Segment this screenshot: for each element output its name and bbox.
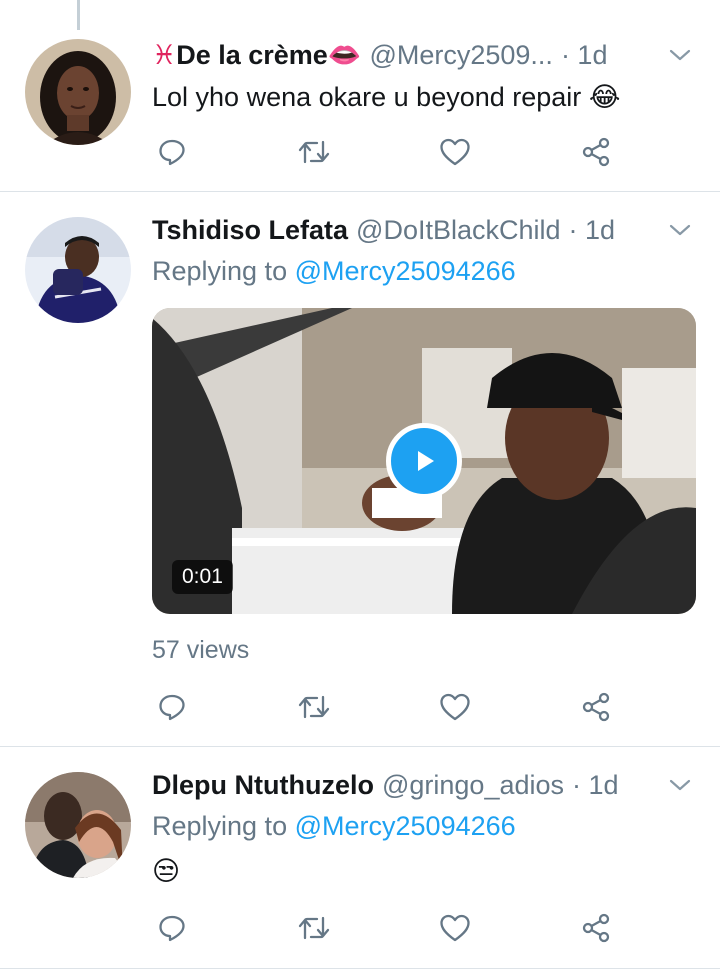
chevron-down-icon[interactable] xyxy=(658,218,692,242)
retweet-button[interactable] xyxy=(294,689,334,725)
thread-connector-line xyxy=(77,0,80,30)
share-button[interactable] xyxy=(576,134,616,170)
chevron-down-icon[interactable] xyxy=(658,773,692,797)
tweet-actions xyxy=(152,134,622,170)
timestamp[interactable]: · 1d xyxy=(572,767,619,803)
avatar[interactable] xyxy=(25,772,131,878)
heart-icon xyxy=(440,914,470,942)
tweet-text: Lol yho wena okare u beyond repair 😂 xyxy=(152,82,621,112)
laughing-emoji: 😂 xyxy=(588,82,621,112)
mention-link[interactable]: @Mercy25094266 xyxy=(295,256,516,286)
tweet-text: 😒 xyxy=(152,853,180,889)
pisces-emoji: ♓ xyxy=(152,40,177,70)
reply-button[interactable] xyxy=(152,910,192,946)
reply-button[interactable] xyxy=(152,689,192,725)
tweet-header: ♓De la crème👄 @Mercy2509... · 1d xyxy=(152,37,692,73)
user-handle[interactable]: @Mercy2509... xyxy=(369,37,552,73)
reply-icon xyxy=(159,139,185,166)
share-icon xyxy=(582,692,610,722)
tweet-divider xyxy=(0,191,720,192)
retweet-button[interactable] xyxy=(294,910,334,946)
mention-link[interactable]: @Mercy25094266 xyxy=(295,811,516,841)
like-button[interactable] xyxy=(435,134,475,170)
tweet-actions xyxy=(152,910,622,946)
tweet-divider xyxy=(0,746,720,747)
user-handle[interactable]: @gringo_adios xyxy=(382,767,564,803)
retweet-icon xyxy=(298,140,330,164)
lips-emoji: 👄 xyxy=(327,40,362,70)
retweet-button[interactable] xyxy=(294,134,334,170)
share-icon xyxy=(582,913,610,943)
tweet-actions xyxy=(152,689,622,725)
reply-icon xyxy=(159,915,185,942)
share-icon xyxy=(582,137,610,167)
timestamp[interactable]: · 1d xyxy=(569,212,616,248)
unamused-emoji: 😒 xyxy=(152,856,181,886)
share-button[interactable] xyxy=(576,689,616,725)
reply-icon xyxy=(159,694,185,721)
display-name[interactable]: ♓De la crème👄 xyxy=(152,37,361,73)
tweet-header: Tshidiso Lefata @DoItBlackChild · 1d xyxy=(152,212,692,248)
heart-icon xyxy=(440,693,470,721)
avatar[interactable] xyxy=(25,217,131,323)
avatar[interactable] xyxy=(25,39,131,145)
like-button[interactable] xyxy=(435,910,475,946)
retweet-icon xyxy=(298,916,330,940)
reply-button[interactable] xyxy=(152,134,192,170)
chevron-down-icon[interactable] xyxy=(658,43,692,67)
tweet-header: Dlepu Ntuthuzelo @gringo_adios · 1d xyxy=(152,767,692,803)
video-duration: 0:01 xyxy=(172,560,233,594)
like-button[interactable] xyxy=(435,689,475,725)
retweet-icon xyxy=(298,695,330,719)
display-name[interactable]: Dlepu Ntuthuzelo xyxy=(152,767,374,803)
heart-icon xyxy=(440,138,470,166)
view-count: 57 views xyxy=(152,636,250,664)
share-button[interactable] xyxy=(576,910,616,946)
play-button[interactable] xyxy=(386,423,462,499)
user-handle[interactable]: @DoItBlackChild xyxy=(356,212,560,248)
play-icon xyxy=(418,451,434,471)
display-name[interactable]: Tshidiso Lefata xyxy=(152,212,348,248)
timestamp[interactable]: · 1d xyxy=(561,37,608,73)
replying-to: Replying to @Mercy25094266 xyxy=(152,811,516,841)
tweet-divider xyxy=(0,968,720,969)
replying-to: Replying to @Mercy25094266 xyxy=(152,256,516,286)
